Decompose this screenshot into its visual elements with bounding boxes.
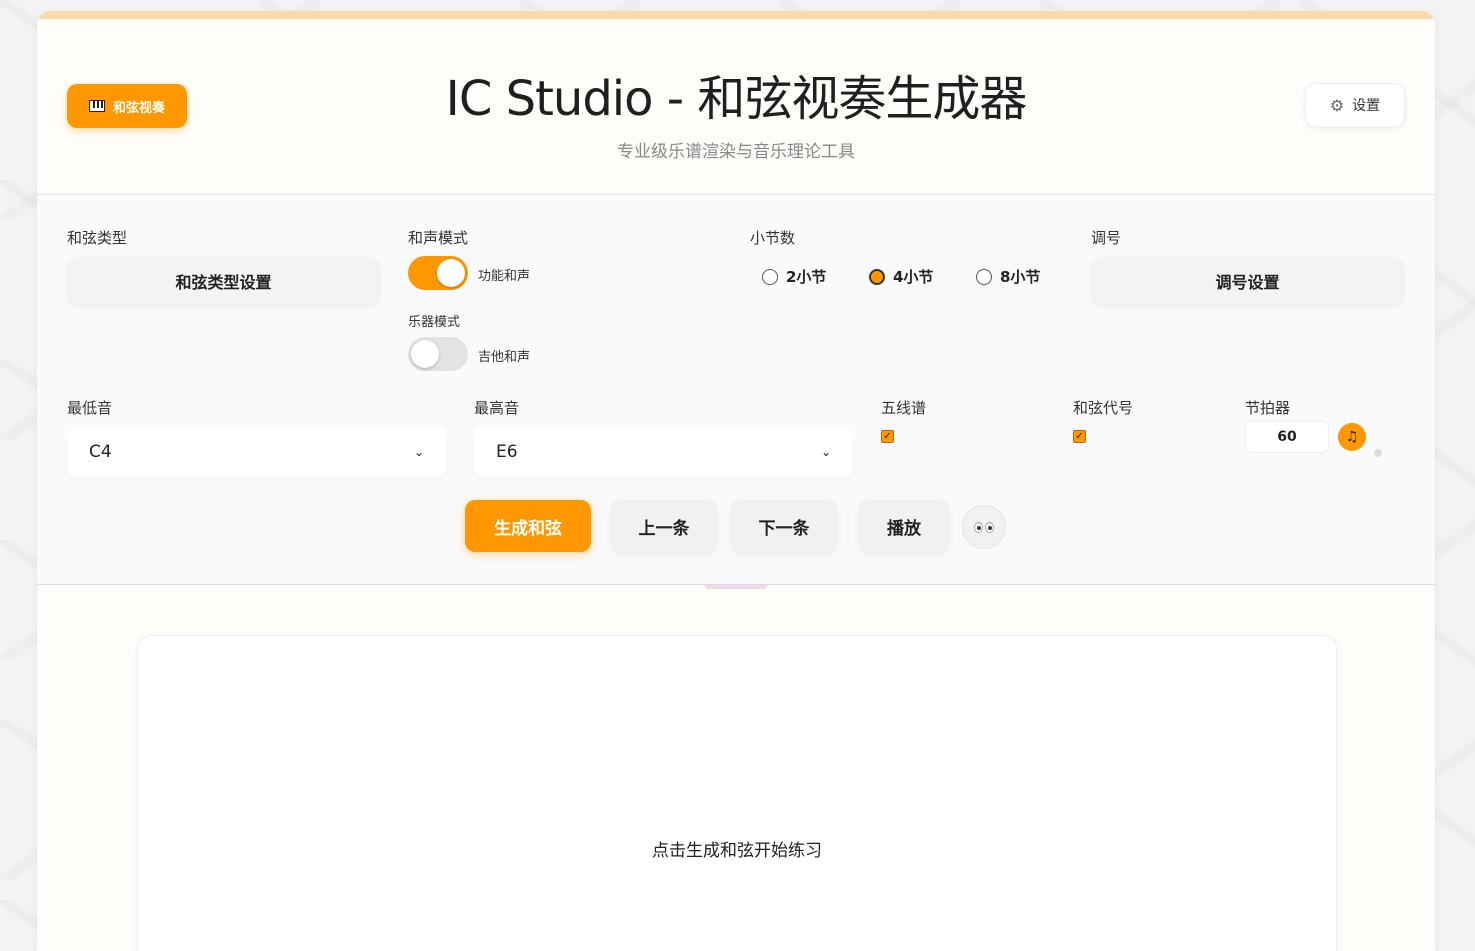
measures-option-label: 8小节 — [1000, 268, 1041, 286]
score-panel: 点击生成和弦开始练习 — [137, 635, 1337, 951]
metronome-toggle-button[interactable]: ♫ — [1338, 423, 1366, 451]
lowest-note-value: C4 — [89, 442, 112, 462]
highest-note-label: 最高音 — [474, 399, 520, 417]
instrument-mode-label: 乐器模式 — [408, 315, 461, 330]
controls-panel: 和弦类型 和弦类型设置 和声模式 功能和声 乐器模式 吉他和声 小节数 2小节 … — [37, 195, 1435, 585]
play-button[interactable]: 播放 — [859, 500, 949, 552]
measures-option-label: 2小节 — [786, 268, 827, 286]
score-placeholder-text: 点击生成和弦开始练习 — [652, 841, 822, 861]
chevron-down-icon: ⌄ — [820, 445, 831, 459]
score-area: 点击生成和弦开始练习 — [37, 585, 1435, 951]
settings-button[interactable]: ⚙ 设置 — [1305, 83, 1405, 127]
chord-type-settings-button[interactable]: 和弦类型设置 — [67, 257, 380, 305]
measures-option-4[interactable]: 4小节 — [869, 266, 933, 287]
accent-strip — [705, 585, 767, 589]
previous-button[interactable]: 上一条 — [611, 500, 717, 552]
staff-checkbox[interactable]: ✓ — [881, 430, 894, 443]
music-note-icon: ♫ — [1345, 429, 1359, 445]
settings-label: 设置 — [1352, 98, 1381, 114]
generate-chord-button[interactable]: 生成和弦 — [465, 500, 591, 552]
page-title: IC Studio - 和弦视奏生成器 — [445, 71, 1028, 127]
page-subtitle: 专业级乐谱渲染与音乐理论工具 — [617, 142, 855, 162]
toggle-knob — [411, 340, 439, 368]
next-button[interactable]: 下一条 — [731, 500, 837, 552]
key-signature-label: 调号 — [1091, 229, 1122, 247]
lowest-note-select[interactable]: C4 ⌄ — [67, 427, 446, 477]
card-accent-bar — [37, 11, 1435, 19]
eyes-icon — [974, 521, 983, 533]
toggle-knob — [437, 259, 465, 287]
metronome-label: 节拍器 — [1245, 399, 1291, 417]
chord-symbol-label: 和弦代号 — [1073, 399, 1134, 417]
eyes-toggle-button[interactable] — [962, 505, 1006, 549]
measures-option-label: 4小节 — [893, 268, 934, 286]
chevron-down-icon: ⌄ — [413, 445, 424, 459]
radio-button-selected[interactable] — [869, 268, 885, 285]
highest-note-select[interactable]: E6 ⌄ — [474, 427, 853, 477]
harmony-mode-toggle-label: 功能和声 — [478, 269, 531, 284]
eyes-icon — [985, 521, 994, 533]
harmony-mode-label: 和声模式 — [408, 229, 469, 247]
instrument-mode-toggle[interactable] — [408, 337, 468, 371]
header: 和弦视奏 IC Studio - 和弦视奏生成器 专业级乐谱渲染与音乐理论工具 … — [37, 19, 1435, 195]
gear-icon: ⚙ — [1329, 95, 1345, 115]
measures-option-2[interactable]: 2小节 — [762, 266, 826, 287]
chord-type-label: 和弦类型 — [67, 229, 128, 247]
chord-symbol-checkbox[interactable]: ✓ — [1073, 430, 1086, 443]
radio-button[interactable] — [762, 268, 778, 285]
staff-label: 五线谱 — [881, 399, 927, 417]
measures-label: 小节数 — [750, 229, 796, 247]
measures-option-8[interactable]: 8小节 — [976, 266, 1040, 287]
instrument-mode-toggle-label: 吉他和声 — [478, 350, 531, 365]
harmony-mode-toggle[interactable] — [408, 256, 468, 290]
metronome-indicator-dot — [1374, 449, 1382, 457]
radio-button[interactable] — [976, 268, 992, 285]
key-signature-settings-button[interactable]: 调号设置 — [1091, 257, 1404, 305]
lowest-note-label: 最低音 — [67, 399, 113, 417]
main-card: 和弦视奏 IC Studio - 和弦视奏生成器 专业级乐谱渲染与音乐理论工具 … — [37, 11, 1435, 951]
highest-note-value: E6 — [496, 442, 518, 462]
bpm-input[interactable]: 60 — [1245, 421, 1329, 453]
